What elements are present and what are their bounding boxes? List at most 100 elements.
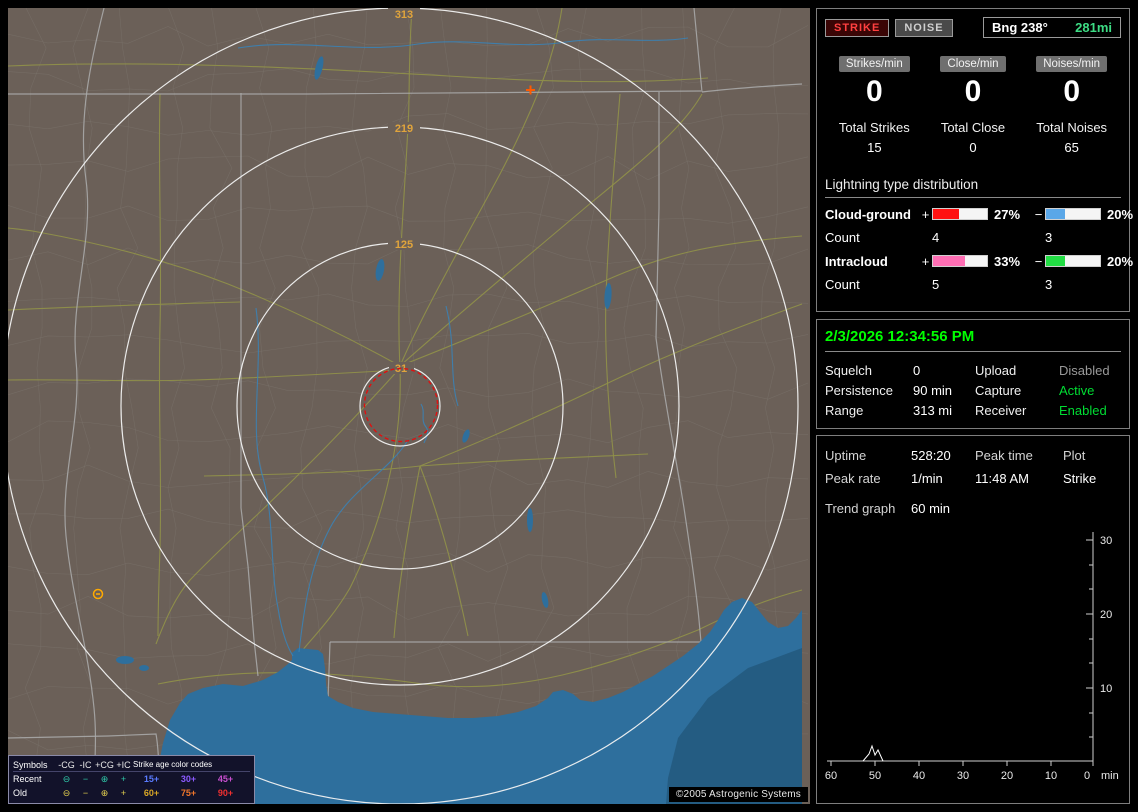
old-pos-ic-icon: + — [120, 788, 127, 798]
distribution-title: Lightning type distribution — [825, 177, 1121, 198]
counter-noises: Noises/min 0 Total Noises 65 — [1022, 54, 1121, 155]
close-per-min-label: Close/min — [940, 56, 1006, 72]
status-row-range: Range 313 mi Receiver Enabled — [825, 400, 1121, 420]
x-tick-10: 10 — [1045, 770, 1057, 782]
legend-col-pos-cg: +CG — [95, 759, 114, 770]
side-panel: STRIKE NOISE Bng 238° 281mi Strikes/min … — [816, 8, 1134, 804]
bearing-label: Bng 238° — [992, 20, 1048, 35]
x-tick-40: 40 — [913, 770, 925, 782]
legend-age-title: Strike age color codes — [133, 760, 213, 769]
legend-col-neg-cg: -CG — [58, 759, 75, 770]
cloud-ground-row: Cloud-ground + 27% − 20% — [825, 206, 1134, 222]
ic-positive-bar — [932, 255, 988, 267]
recent-neg-cg-icon: ⊖ — [62, 773, 71, 784]
strike-button[interactable]: STRIKE — [825, 18, 890, 37]
total-strikes-value: 15 — [867, 139, 882, 155]
capture-status: Active — [1059, 382, 1095, 398]
peak-rate-value: 1/min — [911, 471, 943, 486]
recent-pos-cg-icon: ⊕ — [100, 773, 109, 784]
legend-symbols-title: Symbols — [13, 759, 48, 770]
ic-negative-bar — [1045, 255, 1101, 267]
total-strikes-label: Total Strikes — [838, 119, 910, 135]
status-section: 2/3/2026 12:34:56 PM Squelch 0 Upload Di… — [816, 319, 1130, 429]
intracloud-count-row: Count 5 3 — [825, 277, 1121, 292]
stats-row-1: Uptime 528:20 Peak time Plot — [825, 444, 1121, 467]
trend-graph-row: Trend graph 60 min — [825, 497, 1121, 520]
cg-positive-count: 4 — [932, 229, 940, 245]
copyright-notice: ©2005 Astrogenic Systems — [668, 787, 808, 802]
plus-sign: + — [921, 253, 930, 269]
intracloud-row: Intracloud + 33% − 20% — [825, 253, 1134, 269]
plot-type-value: Strike — [1063, 471, 1097, 486]
legend-col-neg-ic: -IC — [79, 759, 92, 770]
cg-negative-bar — [1045, 208, 1101, 220]
trend-graph: 30 20 10 60 50 40 30 20 10 0 min — [825, 532, 1119, 782]
trend-series-strike — [862, 744, 884, 762]
trend-section: Uptime 528:20 Peak time Plot Peak rate 1… — [816, 435, 1130, 804]
old-neg-cg-icon: ⊖ — [62, 787, 71, 798]
cg-negative-count: 3 — [1045, 229, 1053, 245]
plot-label: Plot — [1063, 448, 1086, 463]
ic-negative-count: 3 — [1045, 276, 1053, 292]
x-tick-0: 0 — [1084, 770, 1090, 782]
legend-col-pos-ic: +IC — [116, 759, 131, 770]
y-tick-30: 30 — [1100, 535, 1112, 547]
total-close-value: 0 — [969, 139, 977, 155]
status-row-squelch: Squelch 0 Upload Disabled — [825, 360, 1121, 380]
noises-per-min-value: 0 — [1063, 75, 1080, 108]
cg-positive-pct: 27% — [994, 206, 1021, 222]
map-legend: Symbols -CG -IC +CG +IC Strike age color… — [8, 755, 255, 804]
age-75: 75+ — [180, 788, 197, 798]
age-15: 15+ — [143, 774, 160, 784]
ring-label-219: 219 — [395, 123, 413, 135]
counter-close: Close/min 0 Total Close 0 — [924, 54, 1023, 155]
bearing-display: Bng 238° 281mi — [983, 17, 1121, 38]
total-close-label: Total Close — [940, 119, 1006, 135]
timestamp: 2/3/2026 12:34:56 PM — [825, 328, 1121, 352]
minus-sign: − — [1034, 206, 1043, 222]
ic-negative-pct: 20% — [1107, 253, 1134, 269]
legend-row-recent: Recent ⊖ − ⊕ + 15+ 30+ 45+ — [13, 772, 250, 786]
ic-positive-pct: 33% — [994, 253, 1021, 269]
strike-stats-section: STRIKE NOISE Bng 238° 281mi Strikes/min … — [816, 8, 1134, 312]
x-tick-60: 60 — [825, 770, 837, 782]
strikes-per-min-label: Strikes/min — [838, 56, 910, 72]
cg-positive-bar — [932, 208, 988, 220]
age-60: 60+ — [143, 788, 160, 798]
x-tick-20: 20 — [1001, 770, 1013, 782]
x-tick-30: 30 — [957, 770, 969, 782]
counter-strikes: Strikes/min 0 Total Strikes 15 — [825, 54, 924, 155]
minus-sign: − — [1034, 253, 1043, 269]
age-90: 90+ — [217, 788, 234, 798]
ring-label-313: 313 — [395, 9, 413, 21]
cg-negative-pct: 20% — [1107, 206, 1134, 222]
lightning-map[interactable]: 313 219 125 31 Symbols -CG -IC +CG +IC S — [8, 8, 810, 804]
plus-sign: + — [921, 206, 930, 222]
lightning-distribution: Lightning type distribution Cloud-ground… — [825, 177, 1134, 292]
ring-label-125: 125 — [395, 239, 413, 251]
total-noises-label: Total Noises — [1036, 119, 1108, 135]
y-tick-10: 10 — [1100, 683, 1112, 695]
upload-status: Disabled — [1059, 362, 1110, 378]
persistence-value: 90 min — [913, 382, 953, 398]
x-unit-label: min — [1101, 770, 1119, 782]
receiver-status: Enabled — [1059, 402, 1107, 418]
y-tick-20: 20 — [1100, 609, 1112, 621]
peak-time-value: 11:48 AM — [975, 471, 1029, 486]
close-per-min-value: 0 — [964, 75, 982, 108]
x-tick-50: 50 — [869, 770, 881, 782]
noise-button[interactable]: NOISE — [895, 18, 953, 37]
map-canvas: 313 219 125 31 — [8, 8, 810, 804]
cloud-ground-count-row: Count 4 3 — [825, 230, 1121, 245]
noises-per-min-label: Noises/min — [1036, 56, 1108, 72]
total-noises-value: 65 — [1064, 139, 1079, 155]
status-row-persistence: Persistence 90 min Capture Active — [825, 380, 1121, 400]
stats-row-2: Peak rate 1/min 11:48 AM Strike — [825, 467, 1121, 490]
squelch-value: 0 — [913, 362, 921, 378]
age-45: 45+ — [217, 774, 234, 784]
recent-pos-ic-icon: + — [120, 774, 127, 784]
age-30: 30+ — [180, 774, 197, 784]
legend-row-old: Old ⊖ − ⊕ + 60+ 75+ 90+ — [13, 786, 250, 800]
trend-window-value: 60 min — [911, 501, 951, 516]
bearing-distance: 281mi — [1075, 20, 1112, 35]
